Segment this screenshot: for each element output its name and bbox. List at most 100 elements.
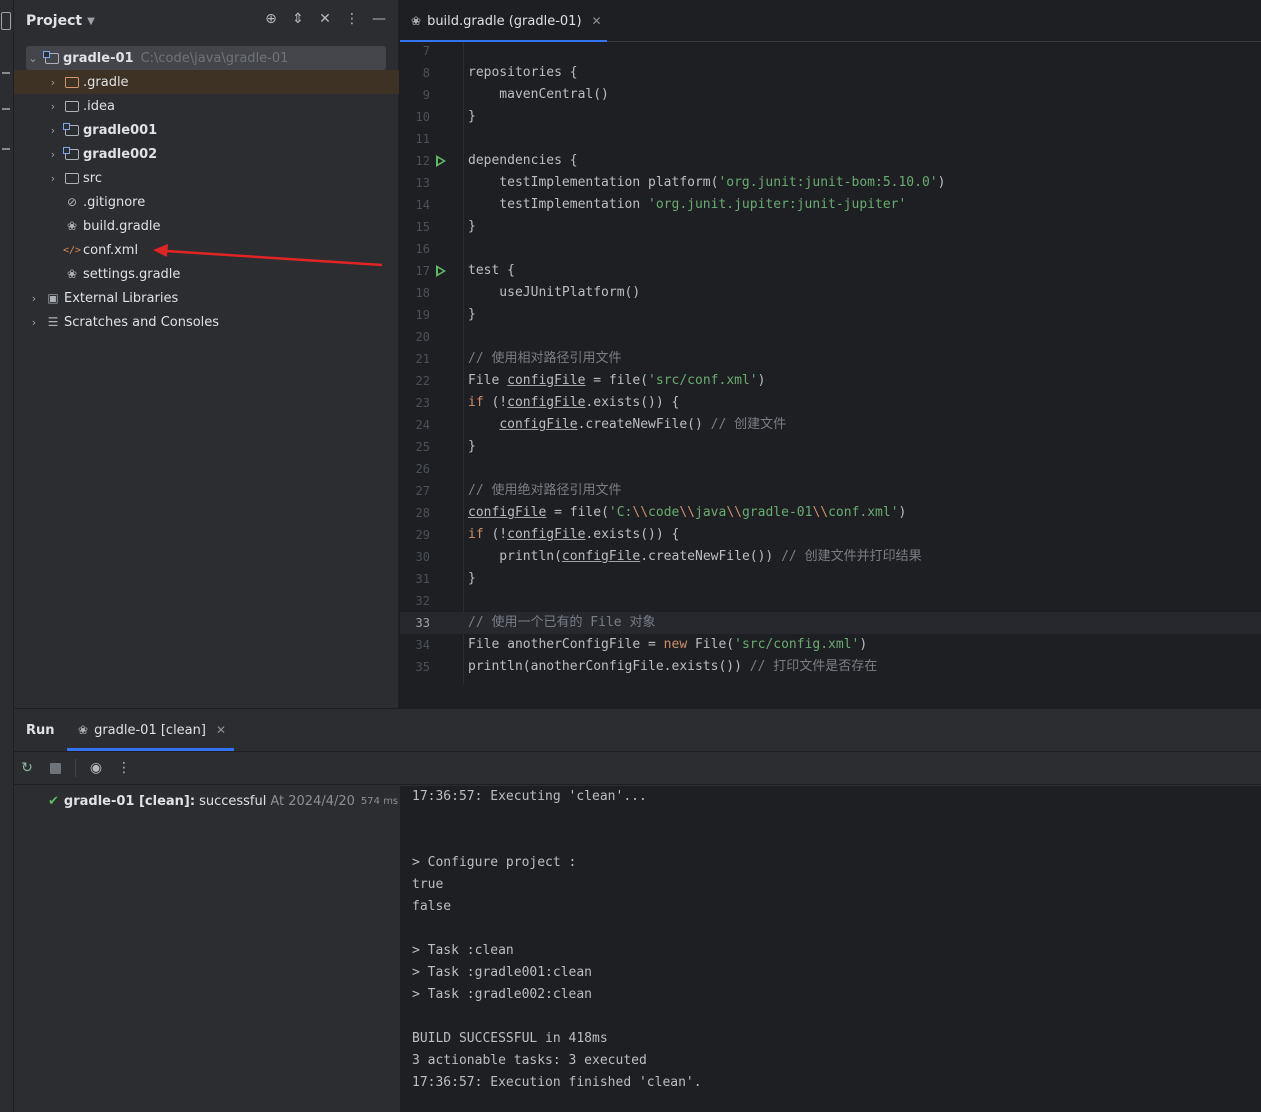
tree-item-label: gradle002 [83,146,158,162]
code-line[interactable]: 17 test { [400,260,1261,282]
line-number: 17 [415,264,430,278]
folder-icon [64,171,80,185]
folder-icon [64,99,80,113]
more-vertical-icon[interactable]: ⋮ [116,760,132,776]
expand-collapse-icon[interactable]: ⇕ [291,11,305,27]
chevron-right-icon[interactable]: › [27,316,41,329]
line-number: 7 [422,44,430,58]
code-line[interactable]: 11 [400,128,1261,150]
more-vertical-icon[interactable]: ⋮ [345,11,359,27]
code-line[interactable]: 14 testImplementation 'org.junit.jupiter… [400,194,1261,216]
tab-label: build.gradle (gradle-01) [427,13,582,29]
tree-item-conf-xml[interactable]: </> conf.xml [14,238,399,262]
code-line[interactable]: 16 [400,238,1261,260]
tab-label: gradle-01 [clean] [94,722,206,738]
code-line[interactable]: 21 // 使用相对路径引用文件 [400,348,1261,370]
tab-gradle-01-clean[interactable]: ❀ gradle-01 [clean] ✕ [67,709,234,751]
locate-icon[interactable]: ⊕ [264,11,278,27]
code-line[interactable]: 10} [400,106,1261,128]
code-line[interactable]: 24 configFile.createNewFile() // 创建文件 [400,414,1261,436]
project-tool-icon[interactable] [1,12,11,30]
build-status: successful [199,794,267,809]
code-line[interactable]: 30 println(configFile.createNewFile()) /… [400,546,1261,568]
chevron-right-icon[interactable]: › [46,172,60,185]
line-number: 14 [415,198,430,212]
console-line: > Task :gradle002:clean [412,987,593,1002]
console-output[interactable]: 17:36:57: Executing 'clean'... > Configur… [400,786,1261,1112]
line-number: 16 [415,242,430,256]
tree-item-gradle-dir[interactable]: › .gradle [14,70,399,94]
stripe-icon[interactable] [2,72,10,74]
chevron-right-icon[interactable]: › [46,76,60,89]
code-line[interactable]: 12 dependencies { [400,150,1261,172]
code-line[interactable]: 13 testImplementation platform('org.juni… [400,172,1261,194]
code-line[interactable]: 35 println(anotherConfigFile.exists()) //… [400,656,1261,678]
code-line[interactable]: 31} [400,568,1261,590]
tree-item-scratches[interactable]: › ☰ Scratches and Consoles [14,310,399,334]
line-number: 15 [415,220,430,234]
tree-item-settings-gradle[interactable]: ❀ settings.gradle [14,262,399,286]
collapse-all-icon[interactable]: ✕ [318,11,332,27]
run-gutter-icon[interactable] [436,155,446,167]
line-number: 9 [422,88,430,102]
run-gutter-icon[interactable] [436,265,446,277]
line-number: 29 [415,528,430,542]
code-line[interactable]: 18 useJUnitPlatform() [400,282,1261,304]
tree-item-gitignore[interactable]: ⊘ .gitignore [14,190,399,214]
chevron-right-icon[interactable]: › [46,100,60,113]
tab-build-gradle[interactable]: ❀ build.gradle (gradle-01) ✕ [400,0,607,43]
code-line[interactable]: 20 [400,326,1261,348]
code-text: } [468,571,476,586]
line-number: 11 [415,132,430,146]
code-line[interactable]: 25} [400,436,1261,458]
code-text: // 使用绝对路径引用文件 [468,483,622,498]
chevron-right-icon[interactable]: › [46,148,60,161]
chevron-right-icon[interactable]: › [46,124,60,137]
code-line[interactable]: 9 mavenCentral() [400,84,1261,106]
run-title[interactable]: Run [26,723,55,738]
rerun-icon[interactable]: ↻ [19,760,35,776]
code-line[interactable]: 8 repositories { [400,62,1261,84]
code-line[interactable]: 22 File configFile = file('src/conf.xml') [400,370,1261,392]
code-line[interactable]: 32 [400,590,1261,612]
project-panel-title[interactable]: Project [26,13,82,29]
tree-item-gradle001[interactable]: › gradle001 [14,118,399,142]
code-line[interactable]: 28 configFile = file('C:\\code\\java\\gra… [400,502,1261,524]
gradle-icon: ❀ [411,14,422,28]
code-line[interactable]: 33 // 使用一个已有的 File 对象 [400,612,1261,634]
line-number: 19 [415,308,430,322]
code-line[interactable]: 7 [400,42,1261,62]
code-line[interactable]: 34 File anotherConfigFile = new File('src… [400,634,1261,656]
minimize-icon[interactable]: — [372,11,386,27]
stripe-icon[interactable] [2,108,10,110]
close-icon[interactable]: ✕ [216,723,226,737]
code-line[interactable]: 27 // 使用绝对路径引用文件 [400,480,1261,502]
tree-item-gradle-01[interactable]: ⌄ gradle-01 C:\code\java\gradle-01 [26,46,386,70]
gradle-icon: ❀ [66,219,78,233]
chevron-right-icon[interactable]: › [27,292,41,305]
module-folder-icon [43,50,60,65]
library-icon: ▣ [47,291,59,305]
tree-item-src[interactable]: › src [14,166,399,190]
code-text: println(anotherConfigFile.exists()) // 打… [468,659,878,674]
project-panel-header: Project ▼ ⊕ ⇕ ✕ ⋮ — [14,0,398,42]
close-icon[interactable]: ✕ [592,14,602,28]
toolbar-divider [75,759,76,777]
code-line[interactable]: 29 if (!configFile.exists()) { [400,524,1261,546]
tree-item-build-gradle[interactable]: ❀ build.gradle [14,214,399,238]
code-line[interactable]: 26 [400,458,1261,480]
stop-icon[interactable] [47,760,63,776]
line-number: 12 [415,154,430,168]
chevron-down-icon[interactable]: ⌄ [26,52,40,65]
eye-icon[interactable]: ◉ [88,760,104,776]
tree-item-gradle002[interactable]: › gradle002 [14,142,399,166]
stripe-icon[interactable] [2,148,10,150]
code-line[interactable]: 23 if (!configFile.exists()) { [400,392,1261,414]
tree-item-idea[interactable]: › .idea [14,94,399,118]
code-line[interactable]: 15} [400,216,1261,238]
build-result-row[interactable]: ✔ gradle-01 [clean]: successful At 2024/… [48,794,398,809]
tree-item-external-libraries[interactable]: › ▣ External Libraries [14,286,399,310]
code-editor[interactable]: 7 8 repositories {9 mavenCentral() 10} 11 12 d… [400,42,1261,684]
code-line[interactable]: 19} [400,304,1261,326]
chevron-down-icon[interactable]: ▼ [87,16,95,27]
